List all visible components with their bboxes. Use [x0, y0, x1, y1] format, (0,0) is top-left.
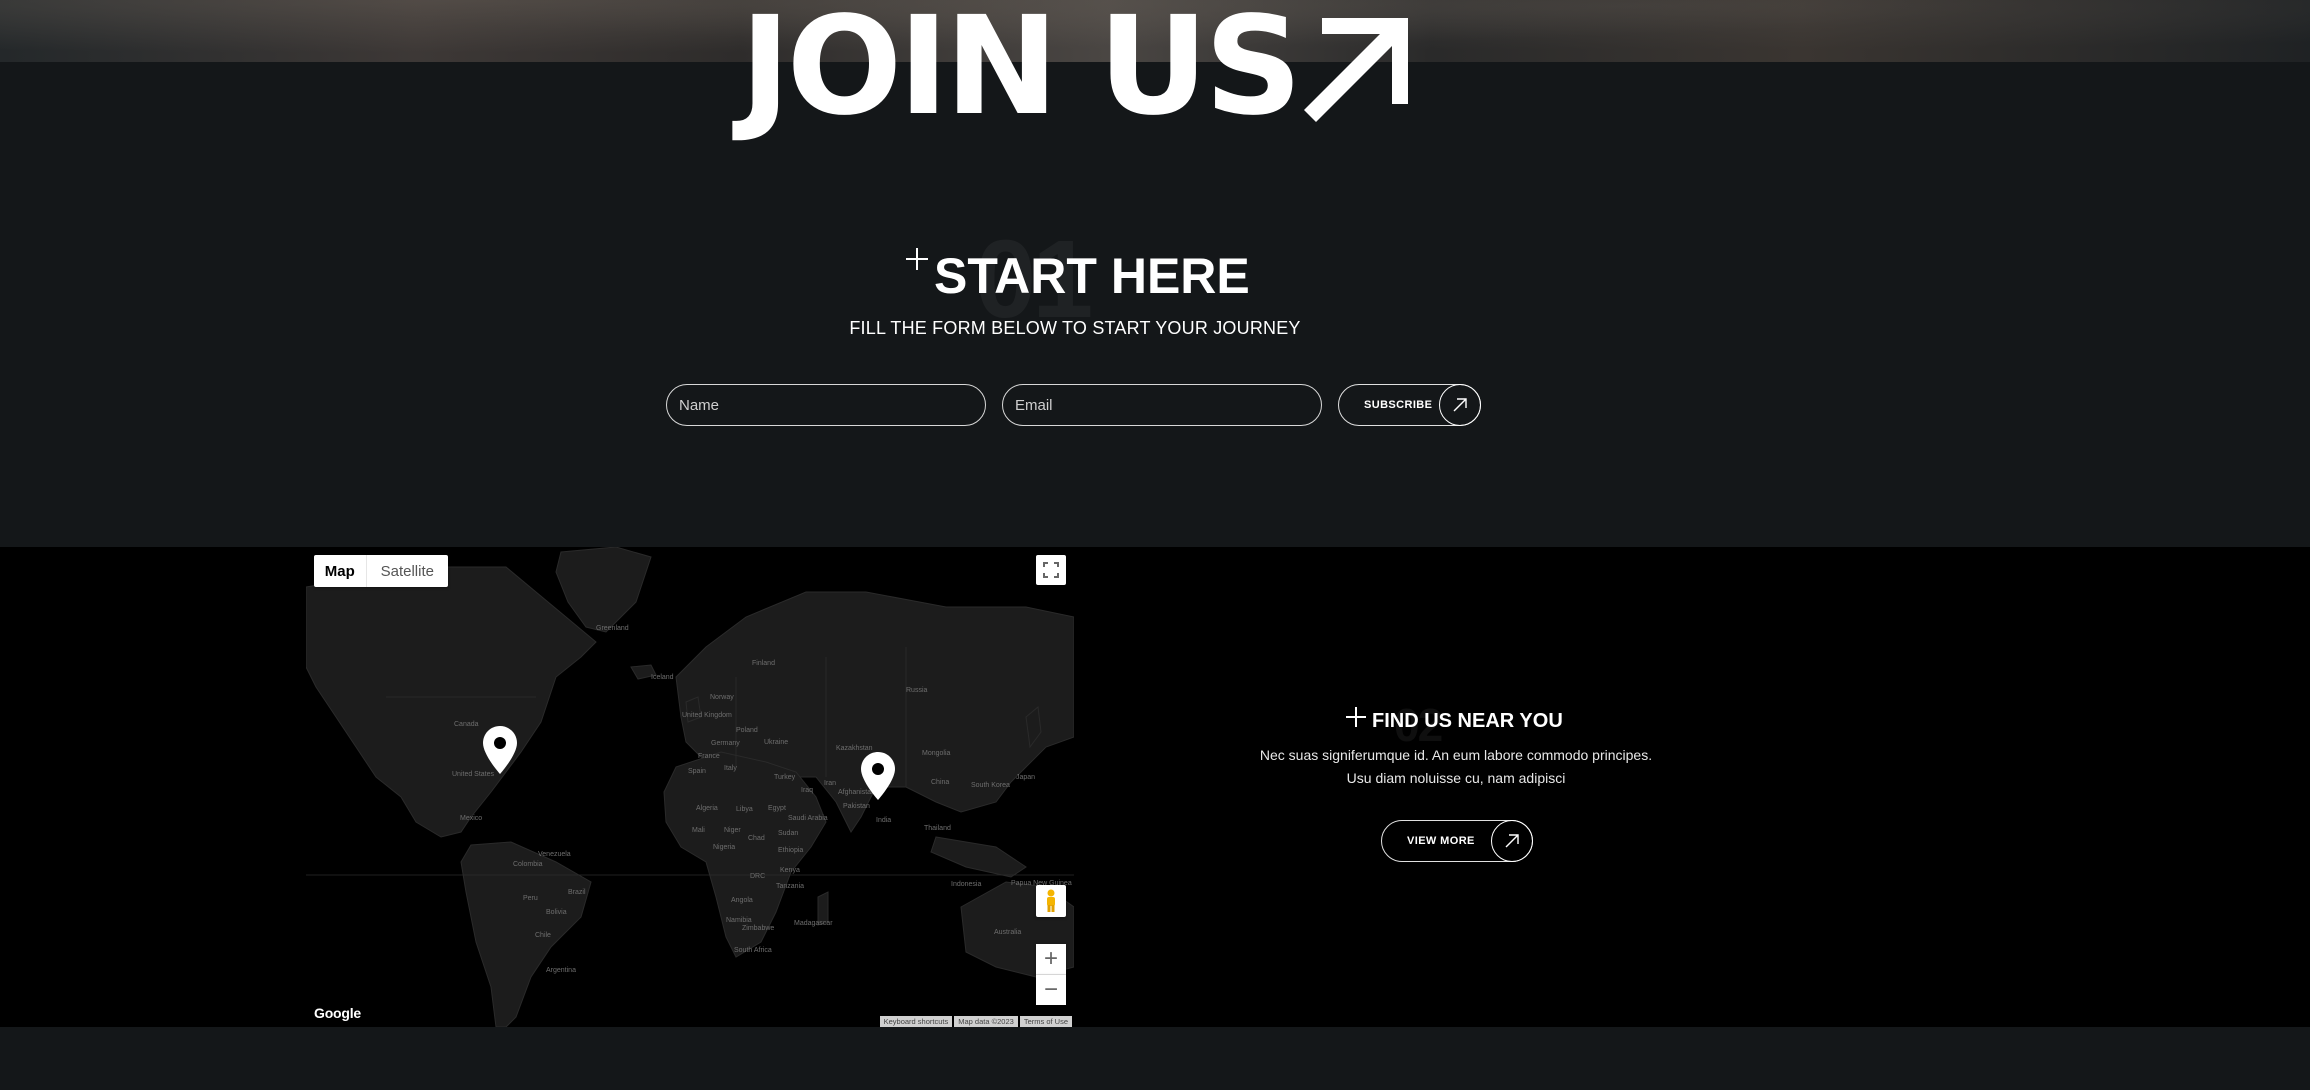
map-label-spain: Spain: [688, 768, 706, 775]
plus-icon: +: [1043, 945, 1058, 972]
map-type-control: Map Satellite: [314, 555, 448, 587]
map-label-zimbabwe: Zimbabwe: [742, 925, 775, 932]
view-more-label: VIEW MORE: [1407, 835, 1475, 847]
terms-of-use-link[interactable]: Terms of Use: [1019, 1016, 1072, 1027]
map-label-south-korea: South Korea: [971, 782, 1010, 789]
join-us-heading: JOIN US: [740, 0, 1302, 146]
keyboard-shortcuts-link[interactable]: Keyboard shortcuts: [879, 1016, 953, 1027]
map-label-colombia: Colombia: [513, 861, 543, 868]
map-label-russia: Russia: [906, 687, 928, 694]
map-label-ethiopia: Ethiopia: [778, 847, 804, 854]
find-us-description: Nec suas signiferumque id. An eum labore…: [1259, 747, 1653, 786]
map-label-chile: Chile: [535, 932, 551, 939]
zoom-in-button[interactable]: +: [1036, 944, 1066, 975]
map-label-united-kingdom: United Kingdom: [682, 712, 732, 719]
start-here-subtitle: FILL THE FORM BELOW TO START YOUR JOURNE…: [849, 318, 1301, 338]
map-label-argentina: Argentina: [546, 967, 576, 974]
name-field[interactable]: [666, 384, 986, 426]
minus-icon: −: [1043, 976, 1058, 1003]
map-label-saudi-arabia: Saudi Arabia: [788, 815, 828, 822]
street-view-pegman[interactable]: [1036, 885, 1066, 917]
arrow-up-right-icon: [1491, 820, 1533, 862]
map-label-china: China: [931, 779, 950, 786]
map-label-canada: Canada: [454, 721, 479, 728]
map-pin-icon[interactable]: [482, 725, 518, 775]
map-label-india: India: [876, 817, 892, 824]
world-map: [306, 547, 1074, 1027]
map-label-thailand: Thailand: [924, 825, 951, 832]
map-label-venezuela: Venezuela: [538, 851, 571, 858]
fullscreen-button[interactable]: [1036, 555, 1066, 585]
plus-icon: [906, 248, 928, 270]
pegman-icon: [1047, 889, 1055, 912]
map-label-mali: Mali: [692, 827, 705, 834]
map-label-italy: Italy: [724, 765, 737, 772]
view-more-button[interactable]: VIEW MORE: [1381, 820, 1533, 862]
map-label-egypt: Egypt: [768, 805, 786, 812]
map-label-iran: Iran: [824, 780, 837, 787]
map-label-algeria: Algeria: [696, 805, 718, 812]
map-label-iraq: Iraq: [801, 787, 814, 794]
map-label-iceland: Iceland: [651, 674, 674, 681]
map-label-kenya: Kenya: [780, 867, 800, 874]
start-here-heading: START HERE: [934, 248, 1250, 304]
email-field[interactable]: [1002, 384, 1322, 426]
map-label-libya: Libya: [736, 806, 753, 813]
map-label-sudan: Sudan: [778, 830, 799, 837]
map-label-finland: Finland: [752, 660, 775, 667]
map-label-nigeria: Nigeria: [713, 844, 736, 851]
map-label-chad: Chad: [748, 835, 765, 842]
zoom-out-button[interactable]: −: [1036, 975, 1066, 1005]
map-label-germany: Germany: [711, 740, 740, 747]
map-label-angola: Angola: [731, 897, 753, 904]
map-label-japan: Japan: [1016, 774, 1036, 781]
map-label-france: France: [698, 753, 720, 760]
arrow-up-right-icon: [1439, 384, 1481, 426]
map-label-norway: Norway: [710, 694, 734, 701]
map-label-peru: Peru: [523, 895, 538, 902]
map-label-madagascar: Madagascar: [794, 920, 833, 927]
map-label-indonesia: Indonesia: [951, 881, 982, 888]
map-label-greenland: Greenland: [596, 625, 629, 632]
map-label-south-africa: South Africa: [734, 947, 772, 954]
subscribe-button[interactable]: SUBSCRIBE: [1338, 384, 1481, 426]
map-label-drc: DRC: [750, 873, 766, 880]
arrow-up-right-icon: [1304, 18, 1408, 122]
map-pin-icon[interactable]: [860, 751, 896, 801]
map-label-brazil: Brazil: [568, 889, 586, 896]
map-label-niger: Niger: [724, 827, 741, 834]
google-map[interactable]: Greenland Iceland Finland Norway Russia …: [306, 547, 1074, 1027]
google-logo: Google: [314, 1005, 362, 1021]
map-label-mongolia: Mongolia: [922, 750, 951, 757]
find-us-heading: FIND US NEAR YOU: [1372, 710, 1563, 732]
map-label-namibia: Namibia: [726, 917, 752, 924]
map-label-bolivia: Bolivia: [546, 909, 567, 916]
footer-strip: [0, 1027, 2310, 1090]
map-label-turkey: Turkey: [774, 774, 796, 781]
map-label-ukraine: Ukraine: [764, 739, 789, 746]
fullscreen-icon: [1043, 562, 1059, 578]
map-type-map-tab[interactable]: Map: [314, 555, 366, 587]
map-label-mexico: Mexico: [460, 815, 483, 822]
map-label-tanzania: Tanzania: [776, 883, 805, 890]
plus-icon: [1346, 707, 1366, 727]
map-attribution: Keyboard shortcuts Map data ©2023 Terms …: [879, 1016, 1072, 1027]
map-type-satellite-tab[interactable]: Satellite: [365, 555, 448, 587]
map-label-pakistan: Pakistan: [843, 803, 870, 810]
map-data-text: Map data ©2023: [954, 1016, 1018, 1027]
subscribe-label: SUBSCRIBE: [1364, 399, 1433, 411]
map-label-australia: Australia: [994, 929, 1022, 936]
map-label-poland: Poland: [736, 727, 758, 734]
